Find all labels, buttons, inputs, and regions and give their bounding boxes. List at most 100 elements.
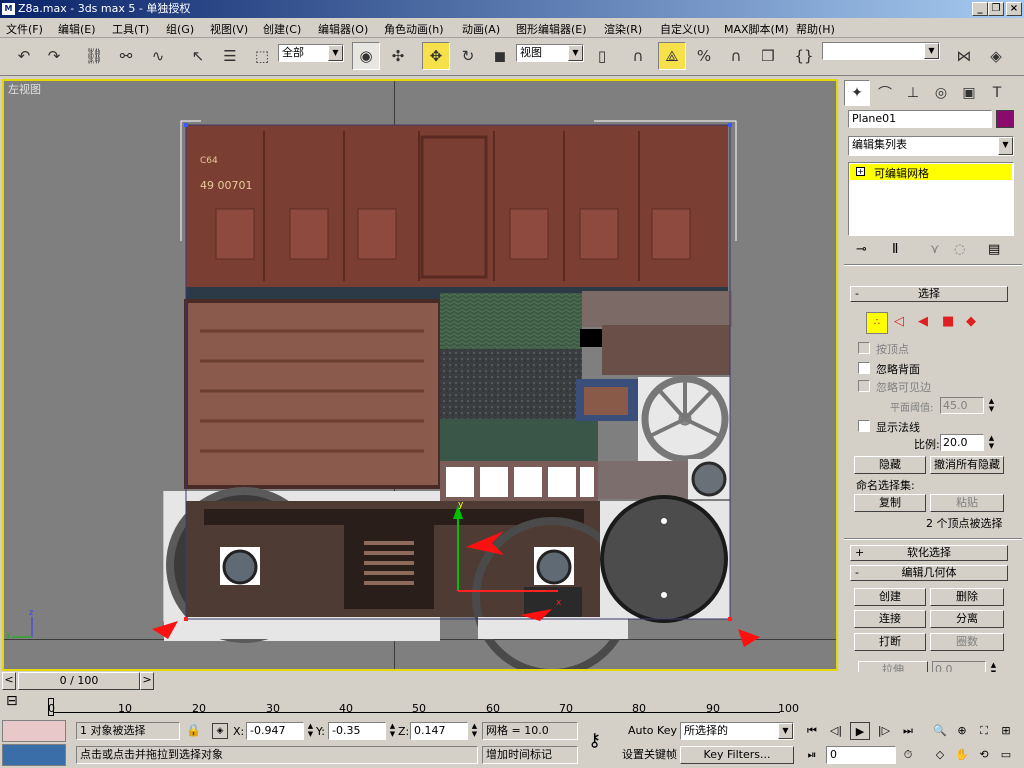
menu-group[interactable]: 组(G) [166,21,194,37]
set-key-button[interactable]: 设置关键帧 [622,746,678,764]
select-object-icon[interactable]: ↖ [184,42,212,70]
expand-icon[interactable]: + [856,167,865,176]
show-end-result-icon[interactable]: Ⅱ [892,242,898,257]
rectangle-selection-icon[interactable]: ⬚ [248,42,276,70]
x-coordinate-input[interactable]: -0.947 [246,722,304,740]
pin-stack-icon[interactable]: ⊸ [856,242,867,257]
delete-button[interactable]: 删除 [930,588,1004,606]
redo-icon[interactable]: ↷ [40,42,68,70]
time-slider[interactable]: 0 / 100 [18,672,140,690]
normal-scale-spinner[interactable]: 20.0 [940,434,984,451]
align-icon[interactable]: ◈ [982,42,1010,70]
spinner-arrows-icon[interactable]: ▲▼ [986,434,997,451]
bind-space-warp-icon[interactable]: ∿ [144,42,172,70]
menu-view[interactable]: 视图(V) [210,21,248,37]
menu-rendering[interactable]: 渲染(R) [604,21,642,37]
zoom-extents-icon[interactable]: ⛶ [974,722,994,740]
auto-key-button[interactable]: Auto Key [628,722,678,740]
y-coordinate-input[interactable]: -0.35 [328,722,386,740]
key-icon[interactable]: ⚷ [588,730,601,751]
menu-modifiers[interactable]: 编辑器(O) [318,21,368,37]
left-viewport[interactable]: 左视图 C64 49 00701 y x z y [2,79,838,671]
zoom-icon[interactable]: 🔍 [930,722,950,740]
zoom-extents-all-icon[interactable]: ⊞ [996,722,1016,740]
stack-item-editable-mesh[interactable]: + 可编辑网格 [850,164,1012,180]
selection-filter-dropdown[interactable]: 全部 ▼ [278,44,344,62]
angle-snap-icon[interactable]: % [690,42,718,70]
maximize-viewport-icon[interactable]: ▭ [996,746,1016,764]
menu-graph-editors[interactable]: 图形编辑器(E) [516,21,587,37]
menu-file[interactable]: 文件(F) [6,21,43,37]
menu-help[interactable]: 帮助(H) [796,21,835,37]
key-mode-toggle-icon[interactable]: ⏯ [802,746,822,764]
go-to-start-icon[interactable]: ⏮ [802,722,822,740]
paste-button[interactable]: 粘贴 [930,494,1004,512]
motion-tab-icon[interactable]: ◎ [928,80,954,106]
ignore-backfaces-checkbox[interactable] [858,362,870,374]
spinner-arrows-icon[interactable]: ▲▼ [469,722,480,740]
unlink-icon[interactable]: ⚯ [112,42,140,70]
maxscript-listener-blue[interactable] [2,744,66,766]
object-name-input[interactable]: Plane01 [848,110,992,128]
restore-button[interactable]: ❐ [988,2,1004,16]
modifier-list-dropdown[interactable]: 编辑集列表 ▼ [848,136,1014,156]
edit-named-selection-icon[interactable]: {} [790,42,818,70]
turn-button[interactable]: 圈数 [930,633,1004,651]
spinner-snap-icon[interactable]: ∩ [722,42,750,70]
edge-subobject-icon[interactable]: ◁ [894,314,904,329]
named-selection-icon[interactable]: ❒ [754,42,782,70]
vertex-subobject-icon[interactable]: ∴ [866,312,888,334]
chevron-left-icon[interactable]: < [2,672,16,690]
pivot-point-icon[interactable]: ▯ [588,42,616,70]
snap-toggle-icon[interactable]: ⟁ [658,42,686,70]
key-mode-dropdown[interactable]: 所选择的 ▼ [680,722,794,740]
zoom-all-icon[interactable]: ⊕ [952,722,972,740]
element-subobject-icon[interactable]: ◆ [966,314,976,329]
make-unique-icon[interactable]: ⋎ [930,242,940,257]
undo-icon[interactable]: ↶ [10,42,38,70]
menu-create[interactable]: 创建(C) [263,21,301,37]
spinner-arrows-icon[interactable]: ▲▼ [986,397,997,414]
menu-tools[interactable]: 工具(T) [112,21,149,37]
detach-button[interactable]: 分离 [930,610,1004,628]
absolute-mode-icon[interactable]: ◈ [212,723,228,739]
copy-button[interactable]: 复制 [854,494,926,512]
planar-threshold-spinner[interactable]: 45.0 [940,397,984,414]
edit-geometry-rollout-header[interactable]: - 编辑几何体 [850,565,1008,581]
by-vertex-checkbox[interactable] [858,342,870,354]
soft-selection-rollout-header[interactable]: + 软化选择 [850,545,1008,561]
maxscript-listener-pink[interactable] [2,720,66,742]
select-manipulate-magnet-icon[interactable]: ∩ [624,42,652,70]
texture-plane[interactable]: C64 49 00701 y x z y [4,81,836,669]
lock-icon[interactable]: 🔒 [186,723,201,737]
utilities-tab-icon[interactable]: T [984,80,1010,106]
minimize-button[interactable]: _ [972,2,988,16]
mirror-icon[interactable]: ⋈ [950,42,978,70]
chevron-right-icon[interactable]: > [140,672,154,690]
time-slider-track[interactable]: < 0 / 100 > [0,672,840,690]
trackbar[interactable]: 0 10 20 30 40 50 60 70 80 90 100 [44,690,840,716]
create-button[interactable]: 创建 [854,588,926,606]
select-scale-icon[interactable]: ◼ [486,42,514,70]
attach-button[interactable]: 连接 [854,610,926,628]
current-frame-input[interactable]: 0 [826,746,896,764]
field-of-view-icon[interactable]: ◇ [930,746,950,764]
ignore-visible-edges-checkbox[interactable] [858,380,870,392]
close-button[interactable]: × [1006,2,1022,16]
spinner-arrows-icon[interactable]: ▲▼ [305,722,316,740]
selection-rollout-header[interactable]: - 选择 [850,286,1008,302]
menu-character[interactable]: 角色动画(h) [384,21,444,37]
menu-edit[interactable]: 编辑(E) [58,21,96,37]
select-move-icon[interactable]: ✥ [422,42,450,70]
hierarchy-tab-icon[interactable]: ⊥ [900,80,926,106]
add-time-tag[interactable]: 增加时间标记 [482,746,578,764]
z-coordinate-input[interactable]: 0.147 [410,722,468,740]
pan-icon[interactable]: ✋ [952,746,972,764]
hide-button[interactable]: 隐藏 [854,456,926,474]
spinner-arrows-icon[interactable]: ▲▼ [387,722,398,740]
object-color-swatch[interactable] [996,110,1014,128]
play-icon[interactable]: ▶ [850,722,870,740]
menu-customize[interactable]: 自定义(U) [660,21,710,37]
reference-coordinate-dropdown[interactable]: 视图 ▼ [516,44,584,62]
modify-tab-icon[interactable]: ⌒ [872,80,898,106]
